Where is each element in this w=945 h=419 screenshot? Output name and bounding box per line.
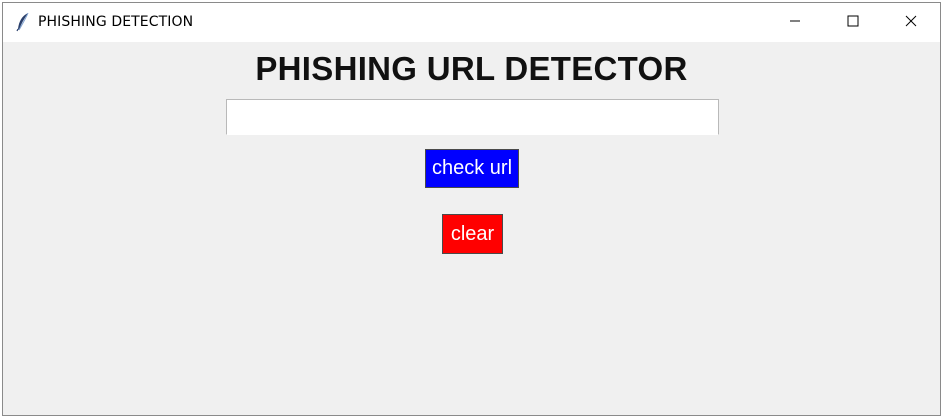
feather-icon bbox=[16, 12, 30, 32]
title-bar[interactable]: PHISHING DETECTION bbox=[3, 3, 940, 42]
page-title: PHISHING URL DETECTOR bbox=[255, 50, 688, 87]
maximize-icon bbox=[847, 14, 859, 32]
app-window: PHISHING DETECTION PHISHING URL DETECTOR… bbox=[2, 2, 941, 416]
maximize-button[interactable] bbox=[824, 3, 882, 42]
url-input[interactable] bbox=[226, 99, 719, 135]
clear-button[interactable]: clear bbox=[442, 214, 503, 254]
close-button[interactable] bbox=[882, 3, 940, 42]
check-url-button[interactable]: check url bbox=[425, 149, 519, 188]
minimize-button[interactable] bbox=[766, 3, 824, 42]
window-title: PHISHING DETECTION bbox=[38, 14, 194, 30]
close-icon bbox=[905, 14, 917, 32]
minimize-icon bbox=[789, 14, 801, 32]
